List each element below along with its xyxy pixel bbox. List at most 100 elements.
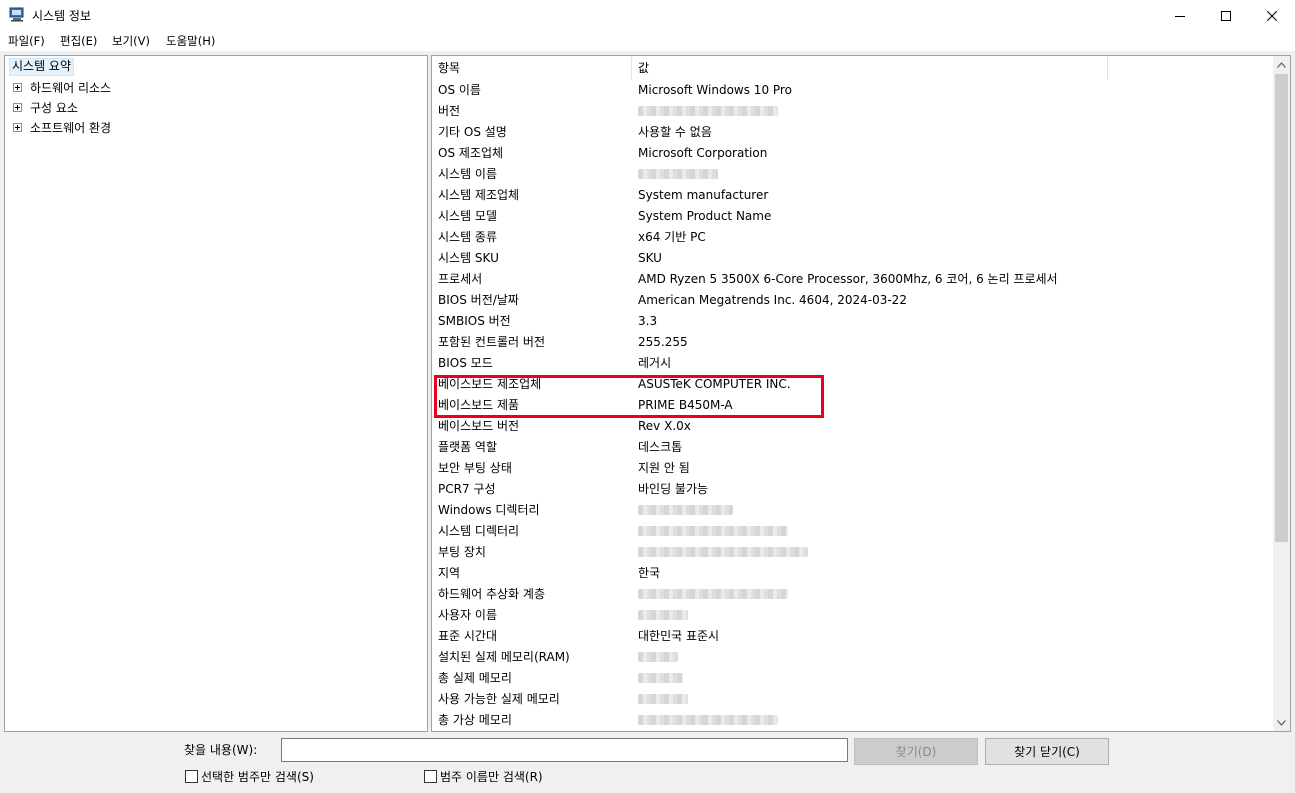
table-row[interactable]: 하드웨어 추상화 계층 (432, 584, 1272, 605)
row-item: 부팅 장치 (438, 545, 486, 559)
menu-file[interactable]: 파일(F) (8, 33, 45, 49)
scroll-down-button[interactable] (1273, 714, 1290, 731)
row-item: 시스템 SKU (438, 251, 499, 265)
tree-item-system-summary[interactable]: 시스템 요약 (9, 58, 75, 76)
row-value-redacted (638, 605, 688, 627)
row-value: Microsoft Corporation (638, 146, 768, 160)
redacted-value (638, 505, 733, 515)
expand-icon[interactable] (13, 83, 22, 92)
row-value: 데스크톱 (638, 440, 683, 454)
find-input[interactable] (281, 738, 848, 762)
row-value: American Megatrends Inc. 4604, 2024-03-2… (638, 293, 907, 307)
column-header-item[interactable]: 항목 (432, 56, 632, 80)
row-value: System manufacturer (638, 188, 769, 202)
vertical-scrollbar[interactable] (1273, 56, 1290, 731)
search-category-names-checkbox[interactable]: 범주 이름만 검색(R) (424, 768, 543, 785)
row-item: BIOS 버전/날짜 (438, 293, 519, 307)
table-row[interactable]: 총 실제 메모리 (432, 668, 1272, 689)
row-item: 총 가상 메모리 (438, 713, 512, 727)
row-item: 보안 부팅 상태 (438, 461, 512, 475)
checkbox-box[interactable] (424, 770, 437, 783)
tree-item-label: 구성 요소 (30, 101, 78, 115)
chevron-down-icon (1277, 719, 1286, 726)
row-item: 사용자 이름 (438, 608, 498, 622)
table-row[interactable]: 시스템 SKU SKU (432, 248, 1272, 269)
search-selected-category-checkbox[interactable]: 선택한 범주만 검색(S) (185, 768, 314, 785)
table-row[interactable]: 시스템 모델 System Product Name (432, 206, 1272, 227)
table-row[interactable]: BIOS 모드 레거시 (432, 353, 1272, 374)
close-button[interactable] (1249, 0, 1295, 31)
table-row[interactable]: BIOS 버전/날짜 American Megatrends Inc. 4604,… (432, 290, 1272, 311)
redacted-value (638, 694, 688, 704)
scroll-thumb[interactable] (1275, 74, 1288, 542)
row-value-redacted (638, 668, 683, 690)
row-item: 버전 (438, 104, 461, 118)
row-item: Windows 디렉터리 (438, 503, 540, 517)
tree-item-label: 하드웨어 리소스 (30, 81, 112, 95)
row-item: 시스템 이름 (438, 167, 498, 181)
menu-view[interactable]: 보기(V) (112, 33, 150, 49)
table-row[interactable]: 사용 가능한 실제 메모리 (432, 689, 1272, 710)
table-row[interactable]: 포함된 컨트롤러 버전 255.255 (432, 332, 1272, 353)
menu-bar: 파일(F) 편집(E) 보기(V) 도움말(H) (0, 31, 1295, 51)
maximize-button[interactable] (1203, 0, 1249, 31)
row-item: BIOS 모드 (438, 356, 493, 370)
row-value: 한국 (638, 566, 661, 580)
redacted-value (638, 169, 718, 179)
row-value: System Product Name (638, 209, 772, 223)
table-row[interactable]: 표준 시간대 대한민국 표준시 (432, 626, 1272, 647)
row-value: 255.255 (638, 335, 688, 349)
minimize-icon (1175, 15, 1185, 17)
table-row[interactable]: 사용자 이름 (432, 605, 1272, 626)
table-row[interactable]: SMBIOS 버전 3.3 (432, 311, 1272, 332)
row-value: 지원 안 됨 (638, 461, 690, 475)
redacted-value (638, 652, 678, 662)
column-header-value[interactable]: 값 (632, 56, 1108, 80)
menu-edit[interactable]: 편집(E) (60, 33, 97, 49)
redacted-value (638, 610, 688, 620)
window-title: 시스템 정보 (32, 9, 92, 23)
row-item: 플랫폼 역할 (438, 440, 498, 454)
row-item: 프로세서 (438, 272, 483, 286)
table-row[interactable]: 기타 OS 설명 사용할 수 없음 (432, 122, 1272, 143)
row-item: 시스템 모델 (438, 209, 498, 223)
table-row[interactable]: PCR7 구성 바인딩 불가능 (432, 479, 1272, 500)
table-row[interactable]: 시스템 제조업체 System manufacturer (432, 185, 1272, 206)
redacted-value (638, 673, 683, 683)
table-row[interactable]: 시스템 디렉터리 (432, 521, 1272, 542)
menu-help[interactable]: 도움말(H) (166, 33, 215, 49)
chevron-up-icon (1277, 61, 1286, 68)
table-row[interactable]: 버전 (432, 101, 1272, 122)
title-bar: 시스템 정보 (0, 0, 1295, 31)
find-label: 찾을 내용(W): (184, 743, 258, 757)
table-row[interactable]: 베이스보드 버전 Rev X.0x (432, 416, 1272, 437)
find-button[interactable]: 찾기(D) (854, 738, 978, 765)
table-row[interactable]: Windows 디렉터리 (432, 500, 1272, 521)
close-find-button[interactable]: 찾기 닫기(C) (985, 738, 1109, 765)
table-row[interactable]: 설치된 실제 메모리(RAM) (432, 647, 1272, 668)
scroll-up-button[interactable] (1273, 56, 1290, 73)
row-item: 베이스보드 버전 (438, 419, 520, 433)
table-row[interactable]: 시스템 이름 (432, 164, 1272, 185)
checkbox-box[interactable] (185, 770, 198, 783)
highlight-box (434, 375, 824, 418)
table-row[interactable]: 플랫폼 역할 데스크톱 (432, 437, 1272, 458)
table-row[interactable]: 시스템 종류 x64 기반 PC (432, 227, 1272, 248)
table-row[interactable]: OS 제조업체 Microsoft Corporation (432, 143, 1272, 164)
expand-icon[interactable] (13, 123, 22, 132)
row-value: Microsoft Windows 10 Pro (638, 83, 792, 97)
table-row[interactable]: 프로세서 AMD Ryzen 5 3500X 6-Core Processor, … (432, 269, 1272, 290)
row-value-redacted (638, 164, 718, 186)
table-row[interactable]: 부팅 장치 (432, 542, 1272, 563)
minimize-button[interactable] (1157, 0, 1203, 31)
row-value-redacted (638, 647, 678, 669)
table-row[interactable]: 총 가상 메모리 (432, 710, 1272, 731)
checkbox-label: 선택한 범주만 검색(S) (201, 770, 314, 784)
row-item: OS 이름 (438, 83, 481, 97)
row-value: Rev X.0x (638, 419, 691, 433)
table-row[interactable]: 보안 부팅 상태 지원 안 됨 (432, 458, 1272, 479)
category-tree[interactable]: 시스템 요약 하드웨어 리소스 구성 요소 소프트웨어 환경 (4, 55, 428, 732)
table-row[interactable]: OS 이름 Microsoft Windows 10 Pro (432, 80, 1272, 101)
expand-icon[interactable] (13, 103, 22, 112)
table-row[interactable]: 지역 한국 (432, 563, 1272, 584)
